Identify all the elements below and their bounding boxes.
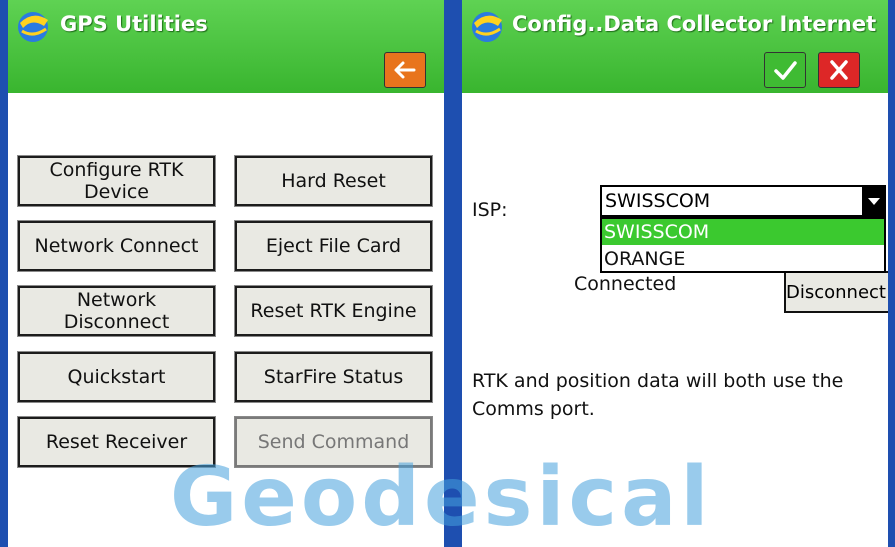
config-internet-window: Config..Data Collector Internet ISP: Con… xyxy=(462,0,888,547)
eject-file-card-button[interactable]: Eject File Card xyxy=(234,220,433,272)
hard-reset-button[interactable]: Hard Reset xyxy=(234,155,433,207)
connection-status: Connected xyxy=(574,273,677,295)
starfire-status-button[interactable]: StarFire Status xyxy=(234,351,433,403)
network-disconnect-button[interactable]: Network Disconnect xyxy=(17,285,216,337)
isp-label: ISP: xyxy=(472,199,508,221)
info-message: RTK and position data will both use the … xyxy=(472,370,844,420)
isp-option-orange[interactable]: ORANGE xyxy=(602,246,884,272)
disconnect-button[interactable]: Disconnect xyxy=(784,271,888,313)
isp-option-swisscom[interactable]: SWISSCOM xyxy=(602,219,884,245)
send-command-button[interactable]: Send Command xyxy=(234,416,433,468)
config-header: Config..Data Collector Internet xyxy=(462,0,888,93)
ok-button[interactable] xyxy=(764,52,806,88)
quickstart-button[interactable]: Quickstart xyxy=(17,351,216,403)
app-logo-icon xyxy=(472,12,502,42)
window-title: Config..Data Collector Internet xyxy=(512,12,877,36)
reset-receiver-button[interactable]: Reset Receiver xyxy=(17,416,216,468)
app-logo-icon xyxy=(18,12,48,42)
chevron-down-icon[interactable] xyxy=(862,187,884,215)
isp-selected-value: SWISSCOM xyxy=(605,190,711,212)
checkmark-icon xyxy=(774,61,797,80)
configure-rtk-device-button[interactable]: Configure RTK Device xyxy=(17,155,216,207)
back-button[interactable] xyxy=(384,52,426,88)
gps-utilities-window: GPS Utilities Configure RTK Device Hard … xyxy=(8,0,444,547)
gps-utilities-header: GPS Utilities xyxy=(8,0,444,93)
arrow-left-icon xyxy=(394,61,416,79)
network-connect-button[interactable]: Network Connect xyxy=(17,220,216,272)
cancel-button[interactable] xyxy=(818,52,860,88)
window-title: GPS Utilities xyxy=(60,12,208,36)
isp-select[interactable]: SWISSCOM xyxy=(600,185,886,217)
reset-rtk-engine-button[interactable]: Reset RTK Engine xyxy=(234,285,433,337)
close-icon xyxy=(830,60,848,80)
isp-dropdown-list: SWISSCOM ORANGE xyxy=(600,217,886,273)
